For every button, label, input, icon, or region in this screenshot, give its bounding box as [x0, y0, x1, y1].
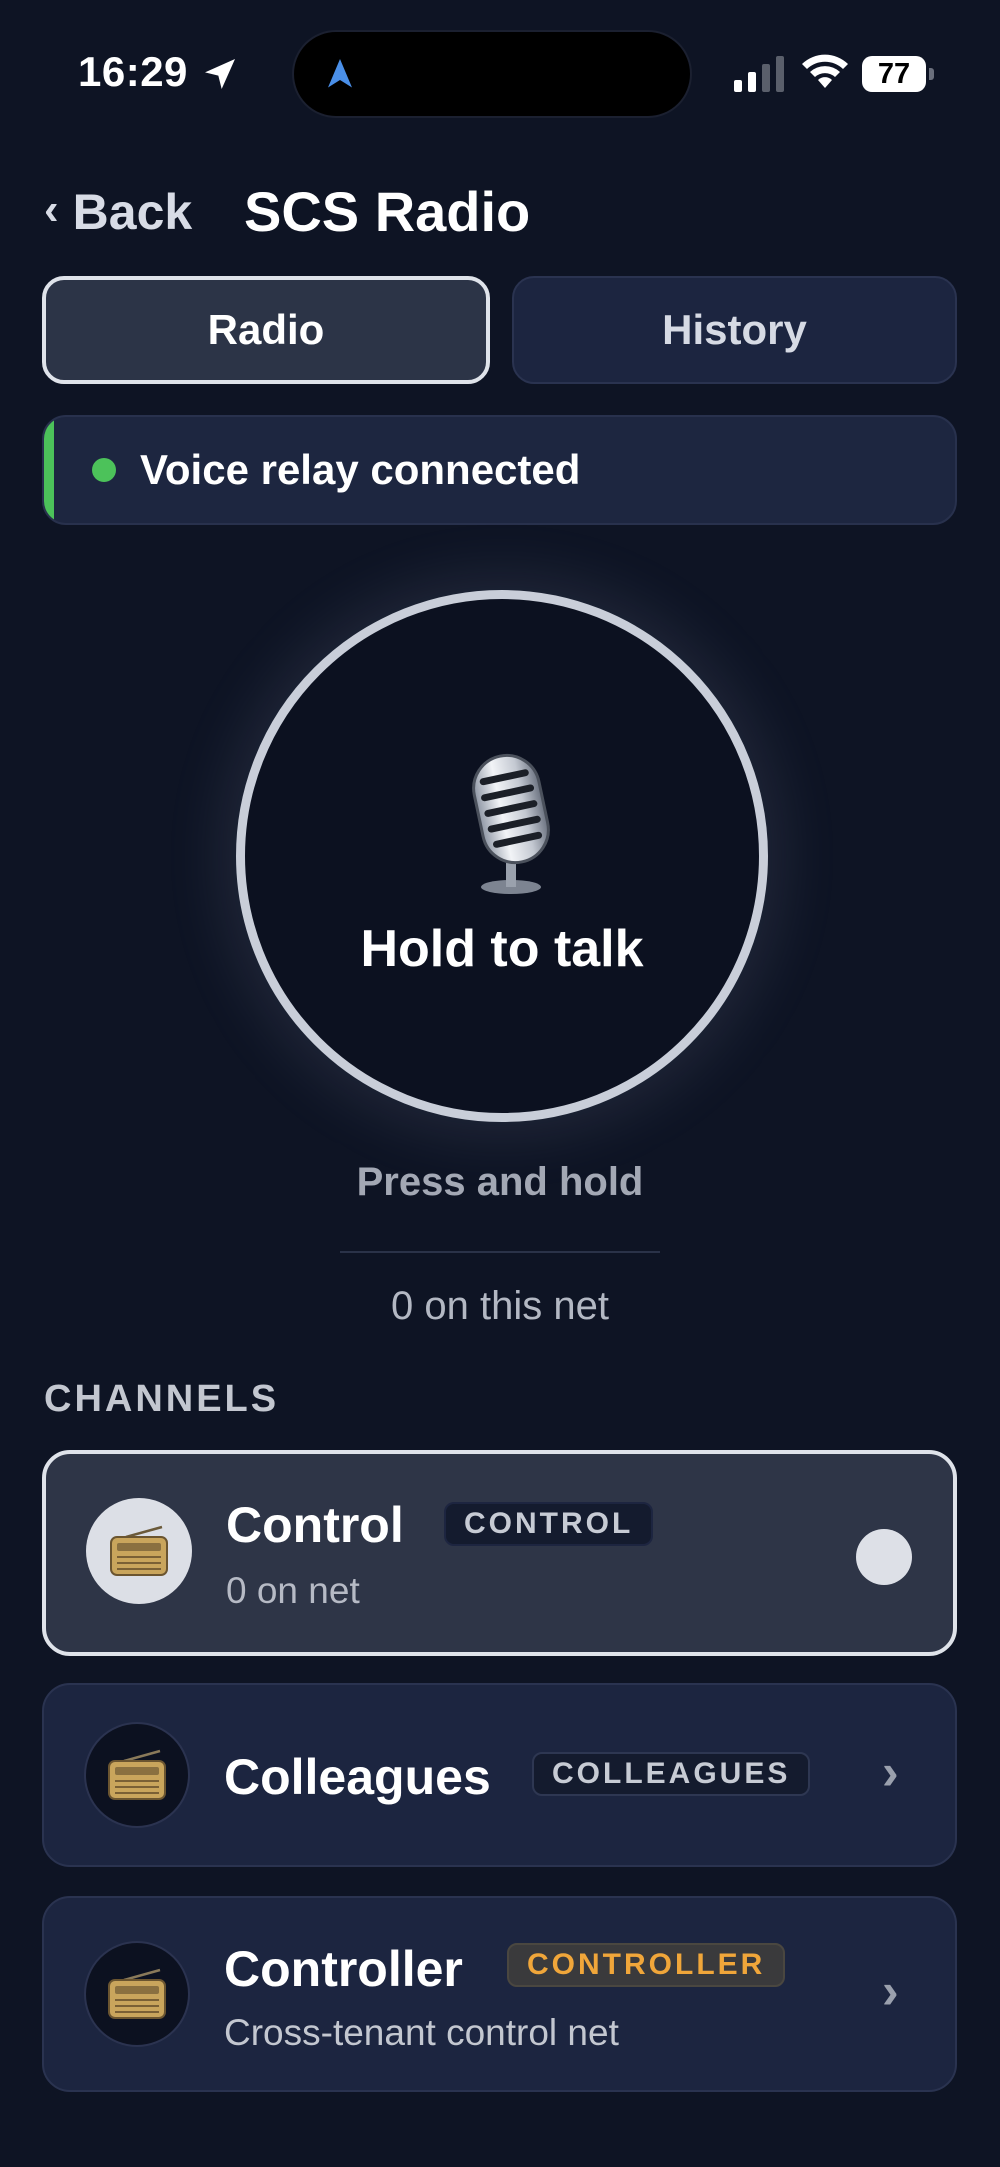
battery-level: 77: [862, 56, 926, 92]
nav-header: ‹ Back SCS Radio: [0, 170, 1000, 250]
back-button[interactable]: ‹ Back: [44, 182, 192, 242]
tab-radio[interactable]: Radio: [42, 276, 490, 384]
navigation-icon: [328, 59, 352, 88]
talk-button-label: Hold to talk: [360, 920, 644, 978]
channel-badge: CONTROL: [444, 1502, 654, 1546]
banner-accent-bar: [44, 417, 54, 523]
status-time: 16:29: [78, 48, 188, 95]
net-participant-count: 0 on this net: [391, 1284, 609, 1328]
channel-subtitle: Cross-tenant control net: [224, 2012, 619, 2053]
channel-name: Colleagues: [224, 1749, 491, 1805]
channel-avatar: [86, 1498, 192, 1604]
connection-status-text: Voice relay connected: [140, 446, 581, 493]
radio-icon: [108, 1968, 166, 2019]
chevron-left-icon: ‹: [44, 185, 59, 234]
microphone-icon: [472, 753, 550, 894]
channel-subtitle: 0 on net: [226, 1570, 360, 1611]
channel-control[interactable]: Control CONTROL 0 on net: [42, 1450, 957, 1656]
connection-status-banner: Voice relay connected: [42, 415, 957, 525]
radio-icon: [110, 1525, 168, 1576]
divider: [340, 1251, 660, 1253]
channel-badge: COLLEAGUES: [532, 1752, 811, 1796]
chevron-right-icon: ›: [882, 1963, 899, 2019]
channel-colleagues[interactable]: Colleagues COLLEAGUES ›: [42, 1683, 957, 1867]
status-bar: 16:29 77: [0, 0, 1000, 150]
tab-history[interactable]: History: [512, 276, 957, 384]
selected-indicator-icon: [856, 1529, 912, 1585]
channel-name: Controller: [224, 1941, 463, 1997]
battery-icon: 77: [862, 56, 934, 92]
channels-section-label: CHANNELS: [44, 1378, 280, 1420]
battery-cap: [929, 68, 934, 80]
channel-badge: CONTROLLER: [507, 1943, 786, 1987]
push-to-talk-button[interactable]: Hold to talk: [236, 590, 768, 1122]
page-title: SCS Radio: [244, 180, 531, 243]
channel-avatar: [84, 1941, 190, 2047]
dynamic-island: [292, 30, 692, 118]
chevron-right-icon: ›: [882, 1744, 899, 1800]
radio-icon: [108, 1749, 166, 1800]
wifi-icon: [802, 54, 848, 88]
channel-name: Control: [226, 1497, 404, 1553]
channel-avatar: [84, 1722, 190, 1828]
channel-controller[interactable]: Controller CONTROLLER Cross-tenant contr…: [42, 1896, 957, 2092]
press-hold-hint: Press and hold: [356, 1160, 644, 1204]
status-dot-icon: [92, 458, 116, 482]
location-arrow-icon: [205, 59, 235, 89]
back-label: Back: [72, 184, 193, 240]
signal-icon: [734, 56, 784, 92]
